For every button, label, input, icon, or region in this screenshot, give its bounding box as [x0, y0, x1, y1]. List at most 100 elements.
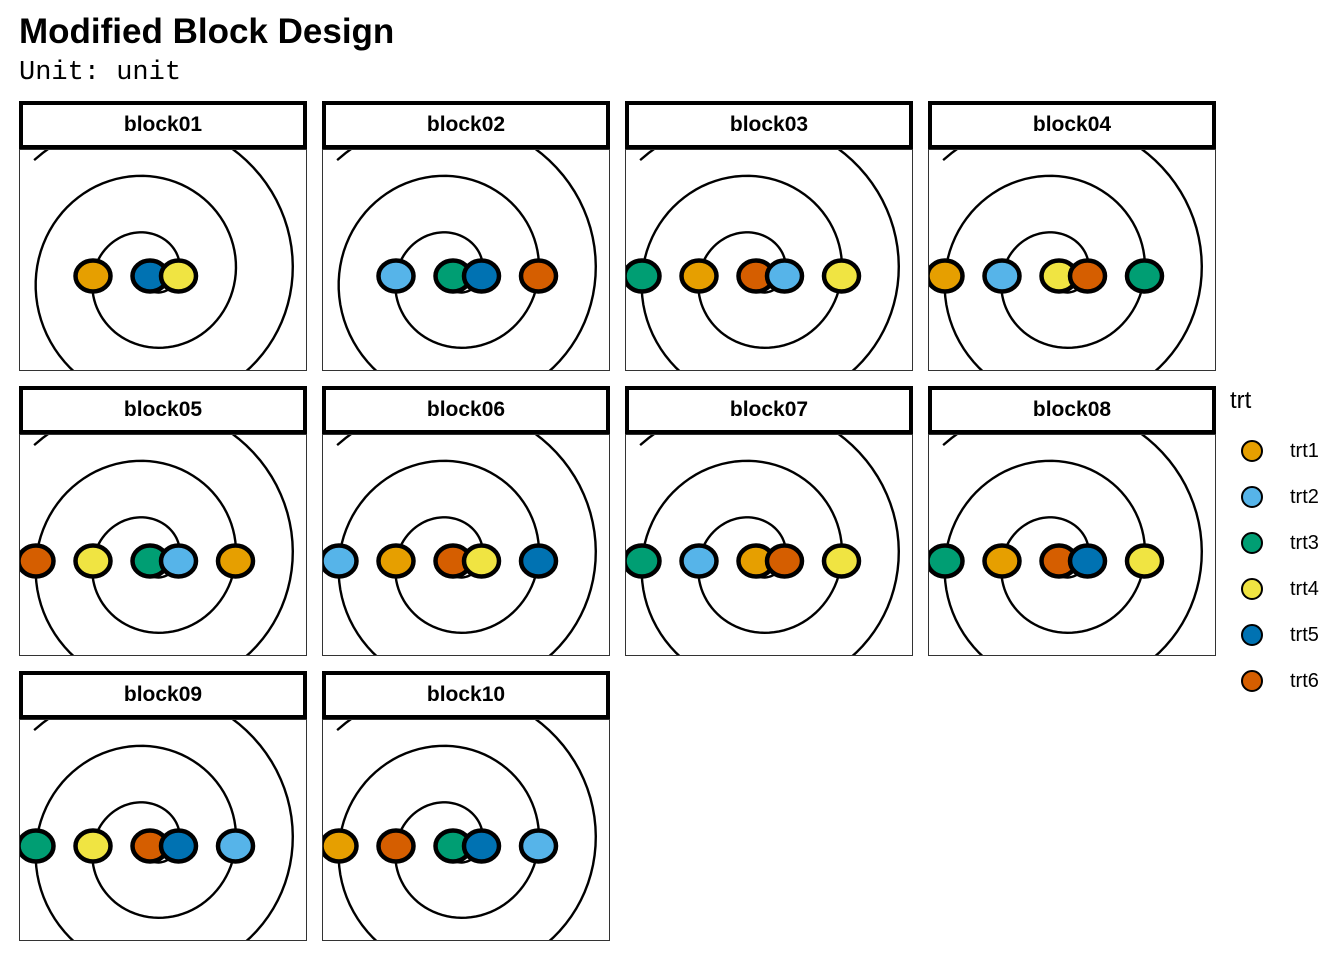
legend-key-trt5: [1241, 624, 1263, 646]
unit-point-trt1: [679, 258, 719, 294]
unit-point-trt3: [626, 543, 662, 579]
unit-point-trt3: [20, 828, 56, 864]
unit-point-trt4: [461, 543, 502, 579]
block-plot-area: [322, 719, 610, 941]
unit-point-trt1: [376, 543, 416, 579]
unit-point-trt5: [158, 828, 199, 864]
legend-key-trt6: [1241, 670, 1263, 692]
unit-point-trt2: [215, 828, 256, 864]
block-panel-block05: block05: [19, 386, 307, 658]
legend-title: trt: [1230, 387, 1252, 414]
legend-item-trt2: trt2: [1229, 480, 1339, 514]
block-panels: block01 block02 block03 block04 block05 block…: [0, 0, 1220, 960]
block-strip-label: block02: [322, 101, 610, 149]
legend-label: trt2: [1290, 486, 1319, 508]
unit-point-trt6: [518, 258, 559, 294]
block-panel-block10: block10: [322, 671, 610, 943]
block-plot-area: [928, 149, 1216, 371]
unit-point-trt1: [73, 258, 113, 294]
block-strip-label: block06: [322, 386, 610, 434]
unit-point-trt1: [982, 543, 1022, 579]
unit-point-trt3: [929, 543, 965, 579]
legend-label: trt4: [1290, 578, 1319, 600]
spiral-path: [942, 150, 1203, 370]
unit-point-trt4: [158, 258, 199, 294]
unit-point-trt2: [323, 543, 359, 579]
unit-point-trt4: [73, 828, 113, 864]
unit-point-trt1: [215, 543, 256, 579]
block-panel-block06: block06: [322, 386, 610, 658]
spiral-plot: [20, 435, 294, 655]
spiral-plot: [626, 150, 900, 370]
block-strip-label: block10: [322, 671, 610, 719]
spiral-path: [336, 720, 597, 940]
unit-point-trt1: [929, 258, 965, 294]
unit-point-trt5: [1067, 543, 1108, 579]
block-strip-label: block03: [625, 101, 913, 149]
block-plot-area: [19, 719, 307, 941]
block-panel-block08: block08: [928, 386, 1216, 658]
legend-item-trt6: trt6: [1229, 664, 1339, 698]
spiral-plot: [336, 150, 597, 370]
spiral-path: [942, 435, 1203, 655]
spiral-path: [639, 435, 900, 655]
block-panel-block03: block03: [625, 101, 913, 373]
block-strip-label: block05: [19, 386, 307, 434]
spiral-plot: [626, 435, 900, 655]
unit-point-trt3: [626, 258, 662, 294]
block-plot-area: [19, 434, 307, 656]
spiral-plot: [20, 720, 294, 940]
block-strip-label: block01: [19, 101, 307, 149]
legend-label: trt6: [1290, 670, 1319, 692]
spiral-path: [639, 150, 900, 370]
spiral-plot: [323, 720, 597, 940]
block-plot-area: [928, 434, 1216, 656]
block-panel-block07: block07: [625, 386, 913, 658]
unit-point-trt1: [323, 828, 359, 864]
unit-point-trt6: [20, 543, 56, 579]
unit-point-trt2: [982, 258, 1022, 294]
unit-point-trt3: [1124, 258, 1165, 294]
unit-point-trt2: [518, 828, 559, 864]
block-strip-label: block07: [625, 386, 913, 434]
block-plot-area: [322, 434, 610, 656]
block-strip-label: block08: [928, 386, 1216, 434]
block-panel-block04: block04: [928, 101, 1216, 373]
block-panel-block01: block01: [19, 101, 307, 373]
legend-item-trt5: trt5: [1229, 618, 1339, 652]
unit-point-trt6: [376, 828, 416, 864]
legend-label: trt5: [1290, 624, 1319, 646]
spiral-path: [336, 435, 597, 655]
unit-point-trt2: [376, 258, 416, 294]
spiral-plot: [323, 435, 597, 655]
block-strip-label: block09: [19, 671, 307, 719]
block-panel-block09: block09: [19, 671, 307, 943]
legend: trt trt1 trt2 trt3 trt4 trt5 trt6: [1229, 384, 1339, 704]
unit-point-trt2: [158, 543, 199, 579]
unit-point-trt5: [461, 258, 502, 294]
legend-item-trt3: trt3: [1229, 526, 1339, 560]
legend-key-trt2: [1241, 486, 1263, 508]
unit-point-trt6: [764, 543, 805, 579]
block-plot-area: [625, 434, 913, 656]
spiral-plot: [33, 150, 294, 370]
unit-point-trt6: [1067, 258, 1108, 294]
block-strip-label: block04: [928, 101, 1216, 149]
spiral-path: [33, 150, 294, 370]
spiral-path: [33, 720, 294, 940]
unit-point-trt4: [821, 258, 862, 294]
spiral-plot: [929, 150, 1203, 370]
legend-key-trt3: [1241, 532, 1263, 554]
legend-label: trt3: [1290, 532, 1319, 554]
unit-point-trt2: [764, 258, 805, 294]
unit-point-trt4: [73, 543, 113, 579]
unit-point-trt4: [1124, 543, 1165, 579]
legend-label: trt1: [1290, 440, 1319, 462]
block-plot-area: [19, 149, 307, 371]
spiral-plot: [929, 435, 1203, 655]
legend-item-trt1: trt1: [1229, 434, 1339, 468]
legend-key-trt1: [1241, 440, 1263, 462]
block-plot-area: [322, 149, 610, 371]
spiral-path: [336, 150, 597, 370]
legend-key-trt4: [1241, 578, 1263, 600]
